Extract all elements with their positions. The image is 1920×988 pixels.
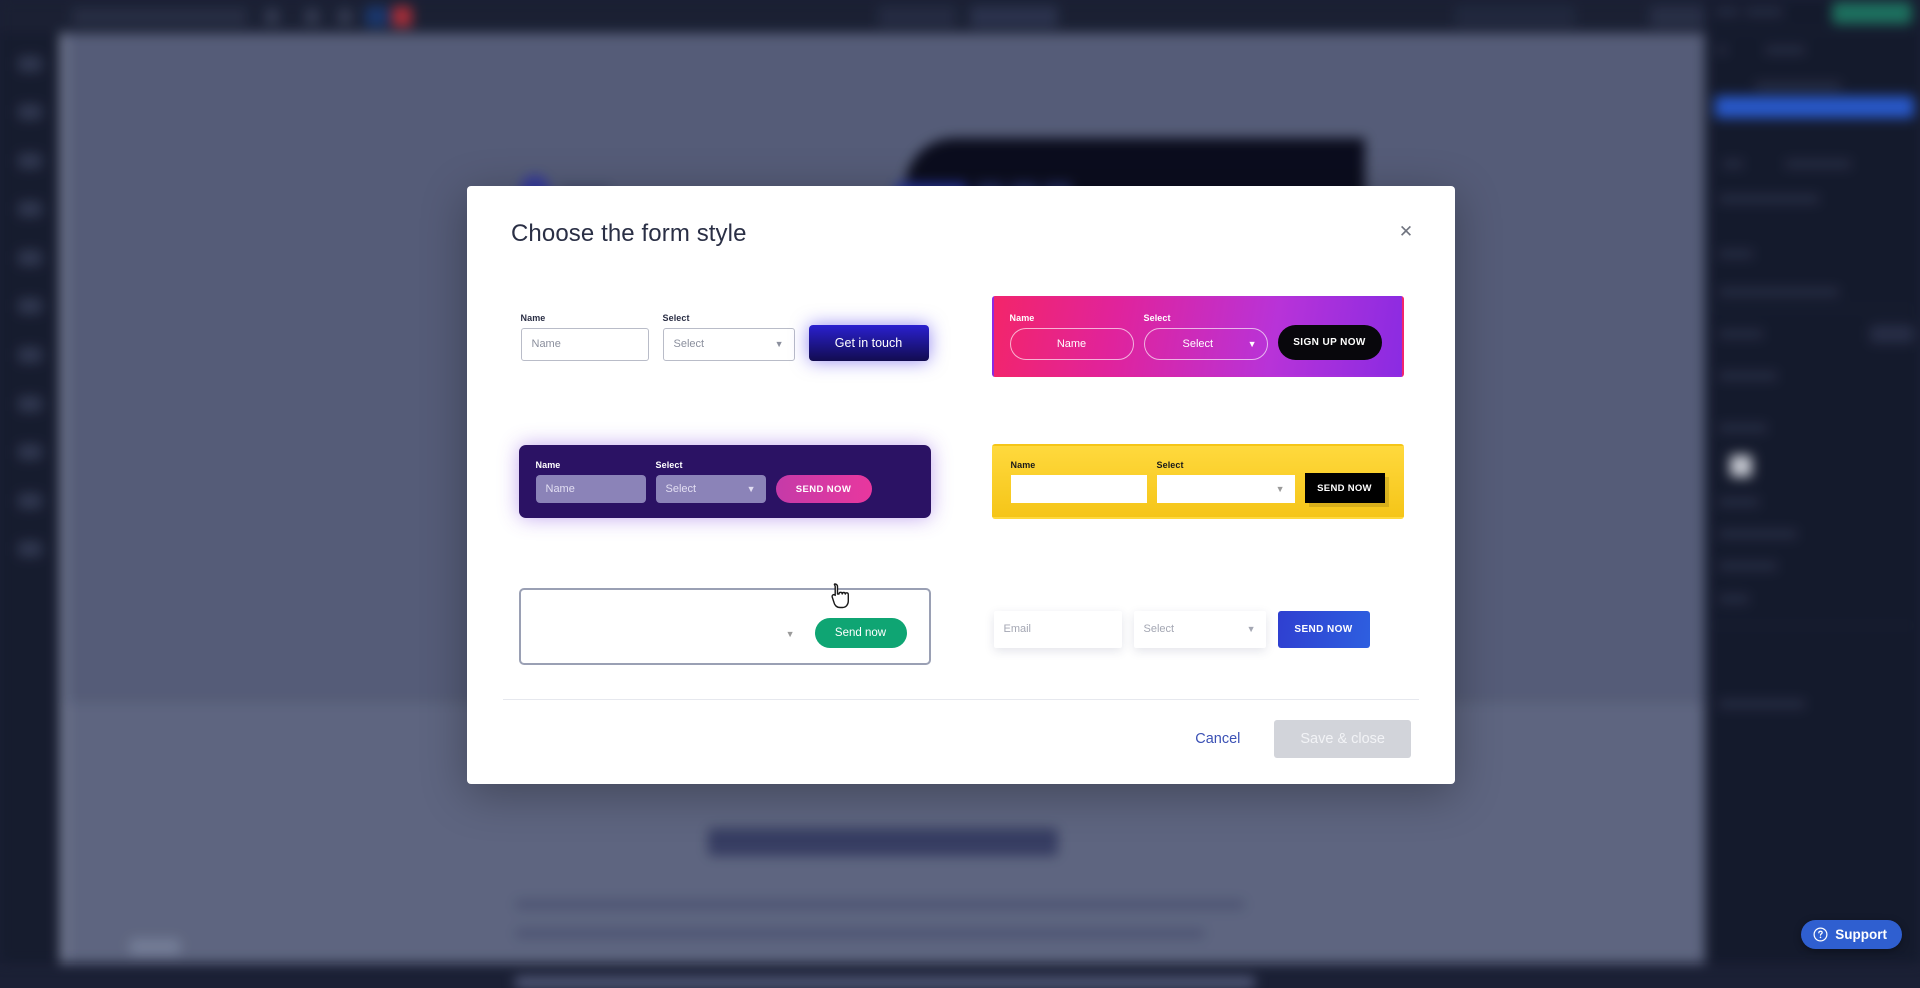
select-field-group: Select ▼ xyxy=(1157,460,1295,503)
name-input[interactable]: Name xyxy=(1010,328,1134,360)
name-label: Name xyxy=(536,460,646,470)
select-dropdown[interactable]: Select ▼ xyxy=(656,475,766,503)
form-style-option-green[interactable]: Name Select ▼ Send now xyxy=(519,588,931,665)
name-input[interactable]: Name xyxy=(536,475,646,503)
form-preview: Name Name Select Select ▼ SEND NOW xyxy=(536,460,914,503)
name-field-group: Name xyxy=(1011,460,1147,503)
form-style-cell-2: Name Name Select Select ▼ SIGN UP NOW xyxy=(966,264,1429,409)
select-label: Select xyxy=(1157,460,1295,470)
form-preview: Name Name Select Select ▼ SIGN UP NOW xyxy=(1010,313,1386,360)
form-style-cell-6: Email Select ▼ SEND NOW xyxy=(966,554,1429,699)
select-dropdown[interactable]: Select ▼ xyxy=(663,328,795,361)
chevron-down-icon: ▼ xyxy=(747,485,756,494)
form-style-option-yellow[interactable]: Name Select ▼ SEND NOW xyxy=(992,444,1404,519)
email-input[interactable]: Email xyxy=(994,611,1122,648)
form-preview: Name Select ▼ SEND NOW xyxy=(1011,460,1385,503)
form-preview: Name Select ▼ Send now xyxy=(537,605,913,648)
submit-button[interactable]: Send now xyxy=(815,618,907,648)
select-label: Select xyxy=(677,605,805,615)
select-field-group: Select Select ▼ xyxy=(656,460,766,503)
chevron-down-icon: ▼ xyxy=(786,630,795,639)
submit-button[interactable]: SIGN UP NOW xyxy=(1278,325,1382,360)
chevron-down-icon: ▼ xyxy=(1247,625,1256,634)
submit-button[interactable]: SEND NOW xyxy=(776,475,872,503)
form-preview: Name Name Select Select ▼ Get in touch xyxy=(521,313,929,361)
select-field-group: Select ▼ xyxy=(1134,606,1266,648)
name-field-group: Name Name xyxy=(536,460,646,503)
form-style-option-dark-purple[interactable]: Name Name Select Select ▼ SEND NOW xyxy=(519,445,931,518)
support-button-label: Support xyxy=(1835,927,1887,942)
select-field-group: Select Select ▼ xyxy=(1144,313,1268,360)
name-label: Name xyxy=(521,313,649,323)
select-label: Select xyxy=(1144,313,1268,323)
select-value: Select xyxy=(674,338,705,350)
form-style-cell-3: Name Name Select Select ▼ SEND NOW xyxy=(493,409,956,554)
chevron-down-icon: ▼ xyxy=(1248,340,1257,349)
question-circle-icon xyxy=(1813,927,1828,942)
page-title: Choose the form style xyxy=(511,220,1411,248)
support-button[interactable]: Support xyxy=(1801,920,1902,949)
select-label: Select xyxy=(663,313,795,323)
chevron-down-icon: ▼ xyxy=(775,340,784,349)
name-field-group: Name Name xyxy=(521,313,649,361)
select-dropdown[interactable]: ▼ xyxy=(1157,475,1295,503)
form-preview: Email Select ▼ SEND NOW xyxy=(994,606,1402,648)
select-value: Select xyxy=(1144,623,1175,635)
select-dropdown[interactable]: Select ▼ xyxy=(1134,611,1266,648)
form-style-cell-4: Name Select ▼ SEND NOW xyxy=(966,409,1429,554)
close-icon[interactable]: ✕ xyxy=(1393,218,1419,244)
select-dropdown[interactable]: Select ▼ xyxy=(1144,328,1268,360)
submit-button[interactable]: SEND NOW xyxy=(1305,473,1385,503)
select-value: Select xyxy=(1183,338,1214,350)
name-label: Name xyxy=(1010,313,1134,323)
select-label: Select xyxy=(656,460,766,470)
form-style-grid: Name Name Select Select ▼ Get in touch xyxy=(467,248,1455,699)
name-input[interactable] xyxy=(537,620,667,648)
form-style-cell-1: Name Name Select Select ▼ Get in touch xyxy=(493,264,956,409)
form-style-cell-5: Name Select ▼ Send now xyxy=(493,554,956,699)
name-input[interactable]: Name xyxy=(521,328,649,361)
submit-button[interactable]: Get in touch xyxy=(809,325,929,361)
chevron-down-icon: ▼ xyxy=(1276,485,1285,494)
select-field-group: Select Select ▼ xyxy=(663,313,795,361)
choose-form-style-modal: Choose the form style ✕ Name Name Select… xyxy=(467,186,1455,784)
save-and-close-button: Save & close xyxy=(1274,720,1411,758)
select-dropdown[interactable]: ▼ xyxy=(677,620,805,648)
name-field-group: Name Name xyxy=(1010,313,1134,360)
page-paragraph-line-3 xyxy=(515,977,1255,988)
modal-header: Choose the form style ✕ xyxy=(467,186,1455,248)
cancel-button[interactable]: Cancel xyxy=(1189,723,1246,755)
form-style-option-indigo-light[interactable]: Name Name Select Select ▼ Get in touch xyxy=(519,301,931,373)
select-field-group: Select ▼ xyxy=(677,605,805,648)
name-input[interactable] xyxy=(1011,475,1147,503)
name-field-group: Name xyxy=(537,605,667,648)
form-style-option-blue-minimal[interactable]: Email Select ▼ SEND NOW xyxy=(992,594,1404,660)
email-field-group: Email xyxy=(994,606,1122,648)
form-style-option-pink-gradient[interactable]: Name Name Select Select ▼ SIGN UP NOW xyxy=(992,296,1404,377)
name-label: Name xyxy=(537,605,667,615)
modal-footer: Cancel Save & close xyxy=(503,699,1419,784)
select-value: Select xyxy=(666,483,697,495)
submit-button[interactable]: SEND NOW xyxy=(1278,611,1370,648)
name-label: Name xyxy=(1011,460,1147,470)
